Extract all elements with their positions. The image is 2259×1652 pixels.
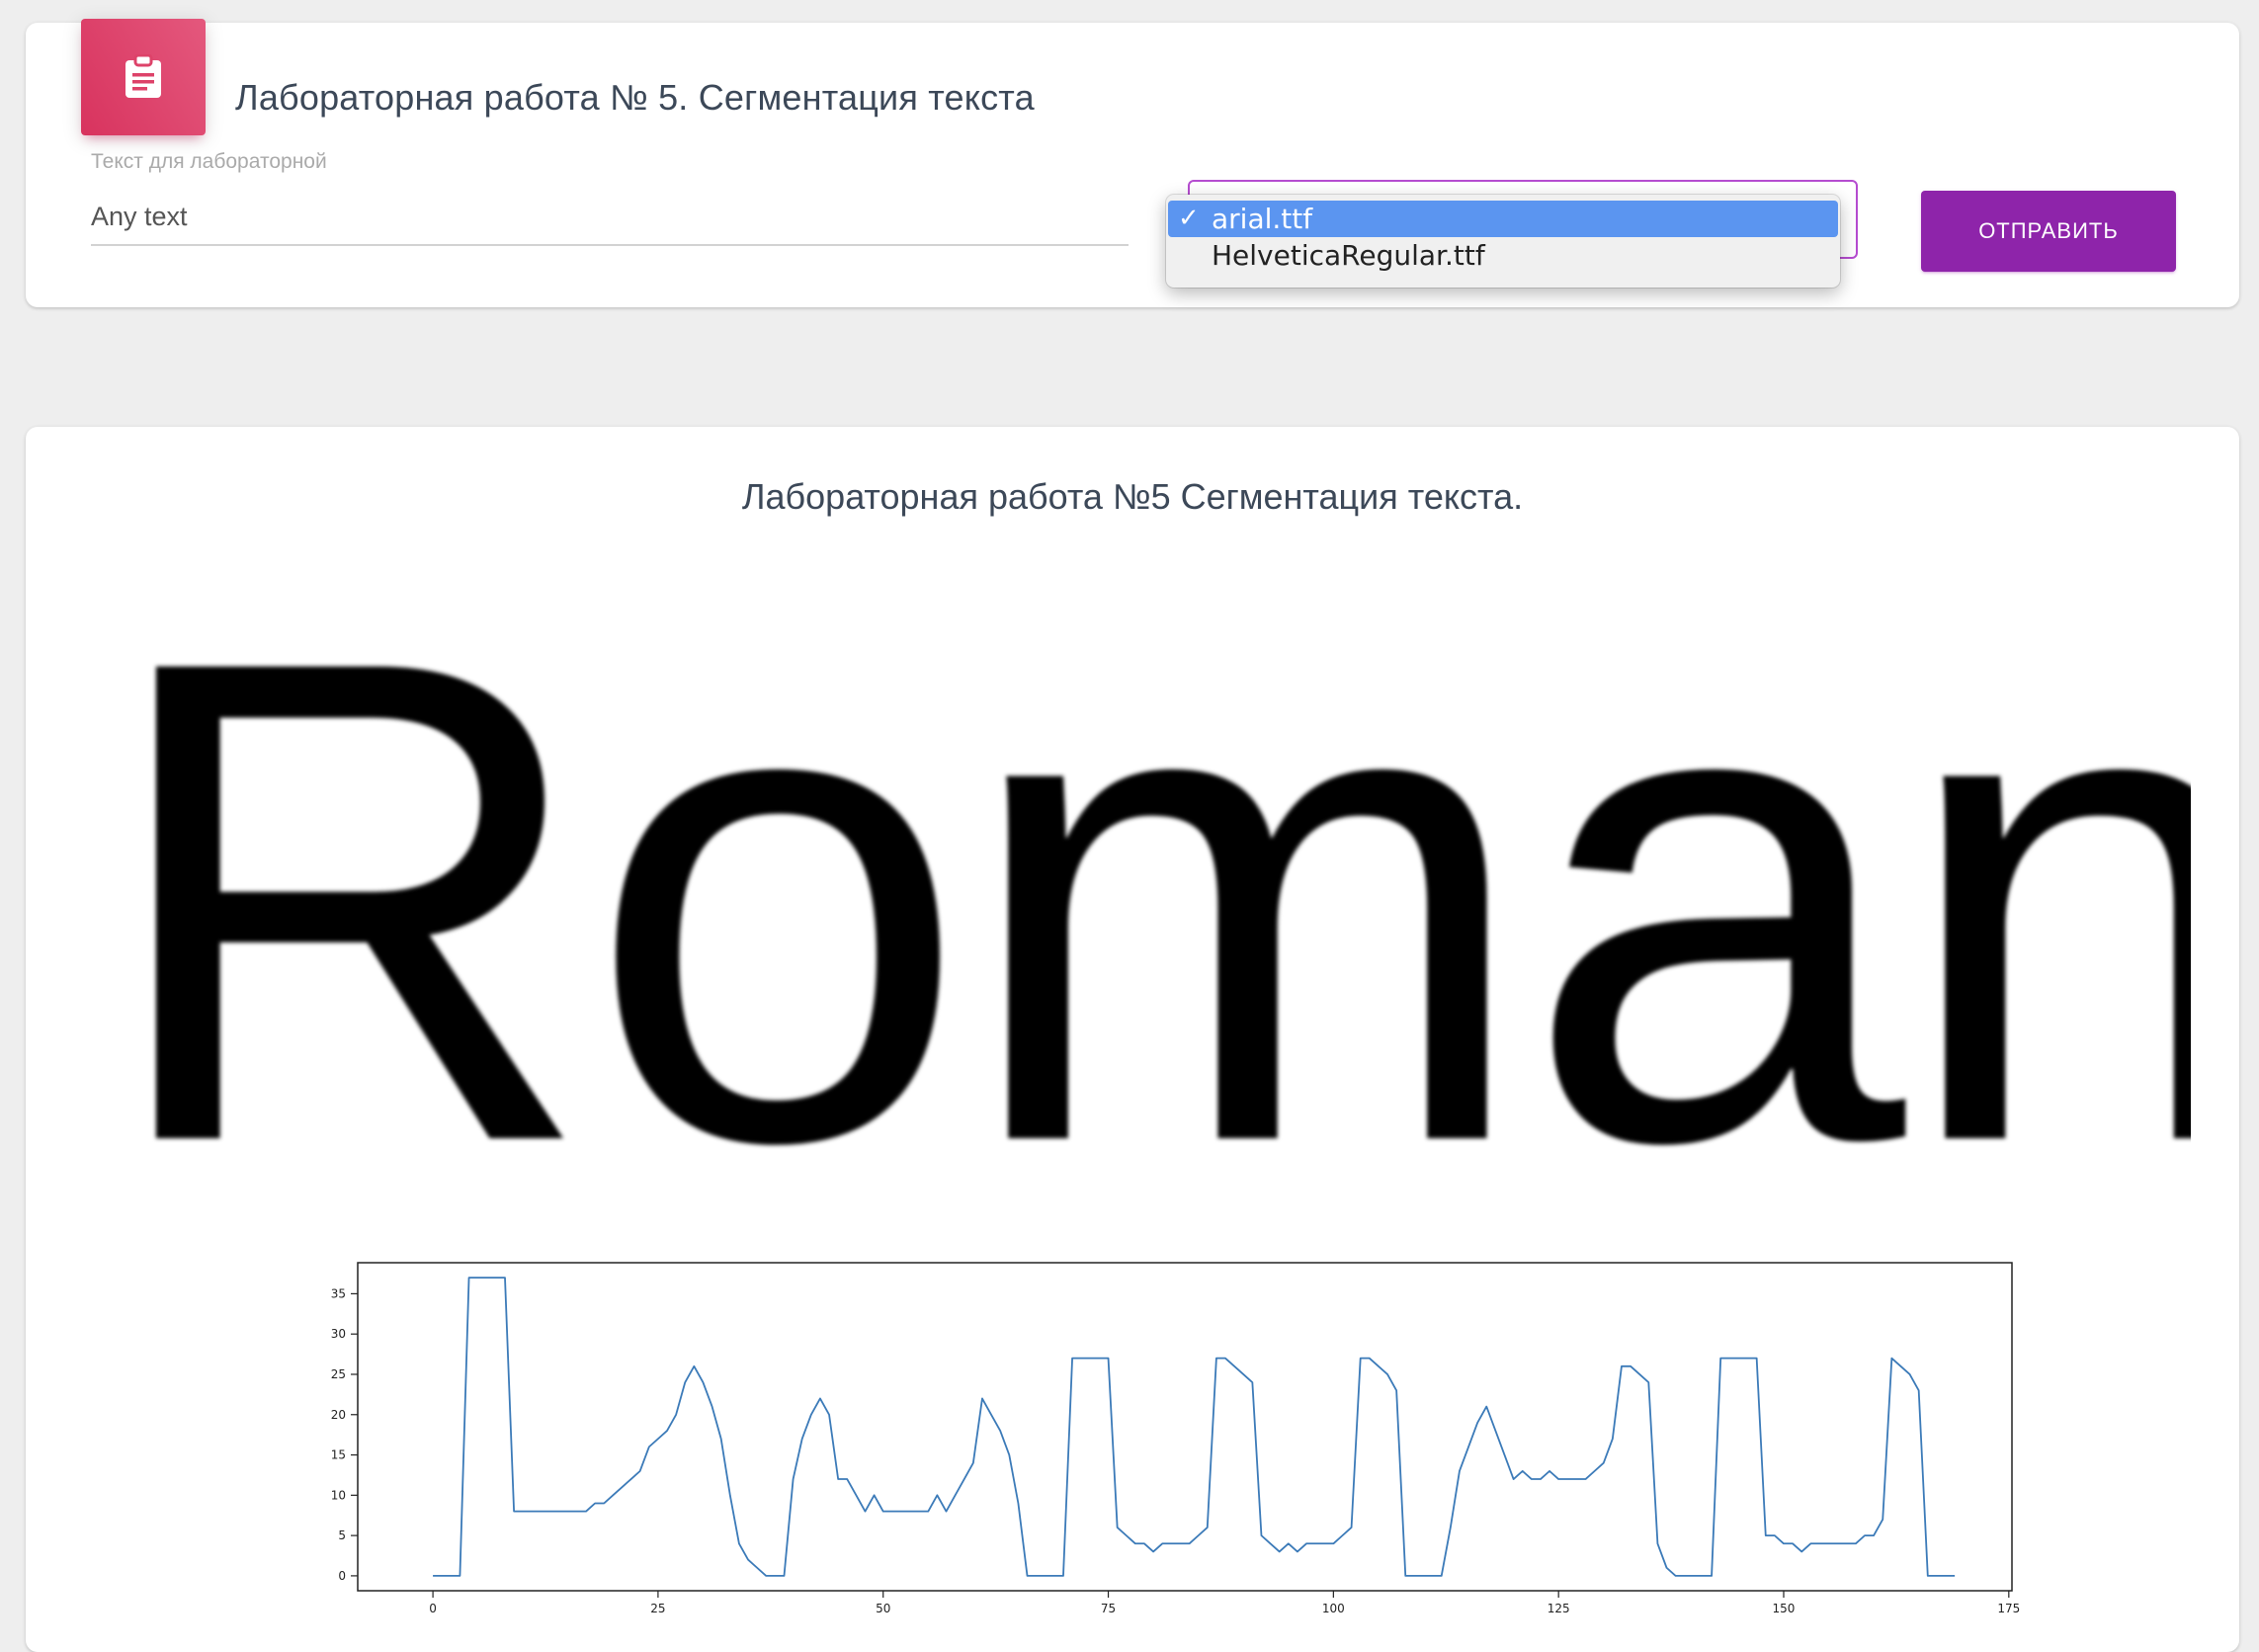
font-option-label: arial.ttf — [1212, 203, 1313, 235]
lab-text-input[interactable] — [91, 189, 1129, 246]
clipboard-icon — [126, 54, 161, 98]
y-tick-label: 25 — [331, 1367, 346, 1381]
y-tick-label: 15 — [331, 1448, 346, 1462]
rendered-word-text: Roman — [112, 634, 2191, 1179]
y-tick-label: 5 — [338, 1528, 346, 1542]
series-line-0 — [433, 1277, 1956, 1577]
form-title: Лабораторная работа № 5. Сегментация тек… — [235, 77, 1035, 118]
font-option-arial[interactable]: ✓ arial.ttf — [1168, 201, 1838, 237]
font-option-helvetica[interactable]: HelveticaRegular.ttf — [1168, 237, 1838, 274]
submit-button[interactable]: ОТПРАВИТЬ — [1921, 191, 2176, 272]
rendered-word-image: Roman — [112, 634, 2191, 1179]
x-tick-label: 75 — [1101, 1602, 1116, 1615]
x-tick-label: 50 — [876, 1602, 890, 1615]
form-card: Лабораторная работа № 5. Сегментация тек… — [26, 19, 2239, 307]
header-icon-badge — [81, 19, 206, 135]
result-card: Лабораторная работа №5 Сегментация текст… — [26, 427, 2239, 1652]
font-option-label: HelveticaRegular.ttf — [1212, 239, 1485, 272]
result-title: Лабораторная работа №5 Сегментация текст… — [741, 476, 1524, 517]
x-tick-label: 25 — [650, 1602, 665, 1615]
projection-plot: 0 25 50 75 100 125 150 175 0 5 10 15 20 25 30 35 — [331, 1262, 2020, 1615]
y-tick-label: 35 — [331, 1286, 346, 1300]
x-tick-label: 175 — [1997, 1602, 2020, 1615]
check-icon: ✓ — [1178, 204, 1200, 233]
font-dropdown-list: ✓ arial.ttf HelveticaRegular.ttf — [1166, 195, 1840, 288]
y-tick-label: 30 — [331, 1327, 346, 1341]
y-tick-label: 20 — [331, 1408, 346, 1422]
plot-frame — [357, 1262, 2013, 1592]
y-tick-label: 0 — [338, 1569, 346, 1583]
x-tick-label: 150 — [1773, 1602, 1796, 1615]
text-input-label: Текст для лабораторной — [91, 150, 327, 173]
x-tick-label: 0 — [429, 1602, 437, 1615]
x-tick-label: 125 — [1548, 1602, 1570, 1615]
x-tick-label: 100 — [1322, 1602, 1345, 1615]
y-tick-label: 10 — [331, 1488, 346, 1502]
